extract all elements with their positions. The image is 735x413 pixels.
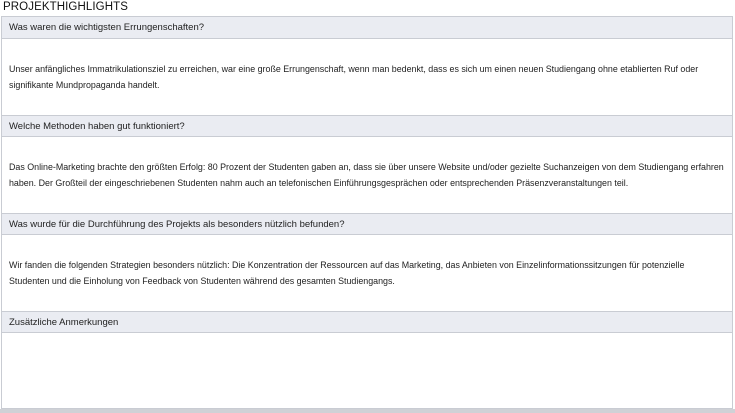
answer-methods[interactable]: Das Online-Marketing brachte den größten…	[2, 137, 732, 213]
answer-useful[interactable]: Wir fanden die folgenden Strategien beso…	[2, 235, 732, 311]
question-notes: Zusätzliche Anmerkungen	[2, 311, 732, 333]
page-bottom-edge	[0, 409, 735, 413]
answer-notes[interactable]	[2, 333, 732, 408]
question-useful: Was wurde für die Durchführung des Proje…	[2, 213, 732, 235]
page-title: PROJEKTHIGHLIGHTS	[3, 1, 129, 13]
question-achievements: Was waren die wichtigsten Errungenschaft…	[2, 17, 732, 39]
question-methods: Welche Methoden haben gut funktioniert?	[2, 115, 732, 137]
highlights-table: Was waren die wichtigsten Errungenschaft…	[1, 16, 733, 409]
answer-achievements[interactable]: Unser anfängliches Immatrikulationsziel …	[2, 39, 732, 115]
